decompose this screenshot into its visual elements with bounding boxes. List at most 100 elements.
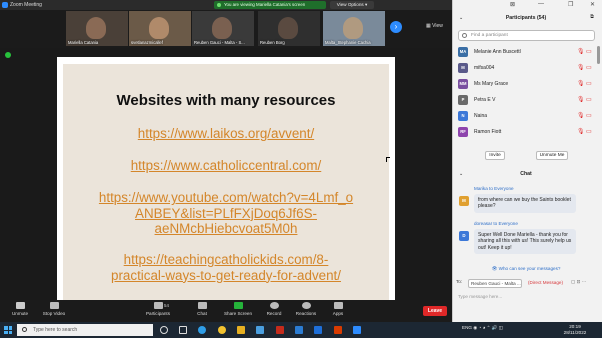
recipient-select[interactable]: Reuben Gauci - Malta ... bbox=[468, 279, 522, 288]
participant-name: Melanie Ann Buscettl bbox=[474, 49, 521, 55]
participant-name: Mariella Catania bbox=[68, 40, 99, 45]
viewing-banner: You are viewing Mariella Catania's scree… bbox=[214, 1, 326, 9]
who-can-see-label: Who can see your messages? bbox=[498, 266, 561, 271]
chat-sender[interactable]: doreasar to Everyone bbox=[474, 221, 518, 226]
clock[interactable]: 20:19 28/11/2022 bbox=[557, 324, 593, 336]
link-line: https://www.laikos.org/avvent/ bbox=[137, 126, 315, 141]
word-icon[interactable] bbox=[295, 326, 303, 334]
stop-video-button[interactable]: Stop Video bbox=[34, 302, 74, 320]
avatar bbox=[212, 17, 232, 39]
file-icon[interactable]: ▢ bbox=[571, 279, 575, 284]
video-tile[interactable]: Malta_Stephanie Cachia bbox=[323, 11, 385, 46]
link-line: https://www.catholiccentral.com/ bbox=[130, 158, 322, 173]
store-icon[interactable] bbox=[256, 326, 264, 334]
language-indicator[interactable]: ENG bbox=[462, 325, 472, 330]
participant-row[interactable]: MA Melanie Ann Buscettl 🎙 ▭ bbox=[458, 46, 596, 58]
edge-icon[interactable] bbox=[198, 326, 206, 334]
participant-row[interactable]: RF Ramon Fiott 🎙 ▭ bbox=[458, 126, 596, 138]
participant-row[interactable]: M mifsa004 🎙 ▭ bbox=[458, 62, 596, 74]
participants-scrollbar[interactable] bbox=[597, 46, 600, 64]
link-catholiccentral[interactable]: https://www.catholiccentral.com/ bbox=[63, 158, 389, 174]
maximize-icon[interactable]: ❐ bbox=[568, 1, 573, 8]
participant-row[interactable]: P Petra E V 🎙 ▭ bbox=[458, 94, 596, 106]
stop-video-label: Stop Video bbox=[42, 311, 66, 316]
search-icon bbox=[462, 33, 467, 38]
powerpoint-icon[interactable] bbox=[276, 326, 284, 334]
invite-button[interactable]: Invite bbox=[485, 151, 505, 160]
zoom-logo-icon bbox=[2, 2, 8, 8]
participant-row[interactable]: MM Ms Mary Grace 🎙 ▭ bbox=[458, 78, 596, 90]
microphone-muted-icon: 🎙 bbox=[577, 81, 585, 87]
microphone-muted-icon: 🎙 bbox=[577, 97, 585, 103]
link-youtube[interactable]: https://www.youtube.com/watch?v=4Lmf_o A… bbox=[63, 190, 389, 237]
chat-message: Super Well Done Mariella - thank you for… bbox=[474, 229, 576, 255]
video-tile[interactable]: Reuben Gauci - Malta - S... bbox=[192, 11, 254, 46]
zoom-taskbar-icon[interactable] bbox=[353, 326, 361, 334]
video-off-icon: ▭ bbox=[586, 113, 592, 119]
participant-name: mifsa004 bbox=[474, 65, 495, 71]
avatar bbox=[86, 17, 106, 39]
search-icon bbox=[22, 327, 27, 332]
unmute-label: Unmute bbox=[11, 311, 29, 316]
participant-name: svetlanazmicallef bbox=[131, 40, 163, 45]
microphone-muted-icon: 🎙 bbox=[577, 49, 585, 55]
taskbar-search-input[interactable]: Type here to search bbox=[17, 324, 153, 336]
office-icon[interactable] bbox=[334, 326, 342, 334]
screenshot-icon[interactable]: ⊡ bbox=[577, 279, 581, 284]
chrome-icon[interactable] bbox=[218, 326, 226, 334]
slide-body: Websites with many resources https://www… bbox=[63, 64, 389, 300]
video-off-icon: ▭ bbox=[586, 129, 592, 135]
share-screen-button[interactable]: Share Screen bbox=[218, 302, 258, 320]
window-option-icon[interactable]: ⊠ bbox=[510, 1, 515, 8]
view-button[interactable]: ▦ View bbox=[426, 23, 443, 29]
participant-row[interactable]: N Naina 🎙 ▭ bbox=[458, 110, 596, 122]
window-controls: ⊠ — ❐ ✕ bbox=[510, 1, 600, 9]
avatar bbox=[343, 17, 363, 39]
chat-button[interactable]: Chat bbox=[182, 302, 222, 320]
viewing-banner-text: You are viewing Mariella Catania's scree… bbox=[224, 2, 306, 7]
video-tile[interactable]: Mariella Catania bbox=[66, 11, 128, 46]
participants-header: ⌄ Participants (54) ⧉ bbox=[456, 14, 596, 24]
windows-start-icon[interactable] bbox=[4, 326, 12, 334]
share-screen-label: Share Screen bbox=[223, 311, 253, 316]
who-can-see-link[interactable]: 👁 Who can see your messages? bbox=[456, 266, 596, 272]
next-page-button[interactable]: › bbox=[390, 21, 402, 33]
chat-message-input[interactable]: Type message here... bbox=[456, 291, 596, 303]
minimize-icon[interactable]: — bbox=[538, 1, 544, 7]
avatar bbox=[149, 17, 169, 39]
video-tile[interactable]: Reuben Borg bbox=[258, 11, 320, 46]
participant-name: Ramon Fiott bbox=[474, 129, 502, 135]
leave-button[interactable]: Leave bbox=[423, 306, 447, 316]
chat-bubble-icon bbox=[197, 302, 207, 309]
link-laikos[interactable]: https://www.laikos.org/avvent/ bbox=[63, 126, 389, 142]
security-shield-icon[interactable] bbox=[5, 52, 11, 58]
participants-title: Participants (54) bbox=[505, 15, 547, 21]
avatar: N bbox=[458, 111, 468, 121]
unmute-me-button[interactable]: Unmute Me bbox=[536, 151, 568, 160]
more-icon[interactable]: ⋯ bbox=[582, 279, 587, 284]
link-teachingcatholickids[interactable]: https://teachingcatholickids.com/8- prac… bbox=[63, 252, 389, 283]
participants-icon bbox=[153, 302, 163, 309]
task-view-icon[interactable] bbox=[179, 326, 187, 334]
view-options-button[interactable]: View Options ▾ bbox=[330, 1, 374, 9]
link-line: practical-ways-to-get-ready-for-advent/ bbox=[111, 267, 341, 283]
popout-icon[interactable]: ⧉ bbox=[590, 14, 594, 21]
participant-search-input[interactable]: Find a participant bbox=[458, 30, 595, 41]
apps-button[interactable]: Apps bbox=[318, 302, 358, 320]
direct-message-label: (Direct Message) bbox=[528, 280, 563, 285]
cortana-icon[interactable] bbox=[160, 326, 168, 334]
file-explorer-icon[interactable] bbox=[237, 326, 245, 334]
apps-icon bbox=[333, 302, 343, 309]
chat-sender[interactable]: Marika to Everyone bbox=[474, 186, 514, 191]
participants-button[interactable]: 54 Participants bbox=[138, 302, 178, 320]
tray-icons[interactable]: ◉ ◔ ◕ ⌃ 🔊 ◫ bbox=[473, 325, 503, 330]
taskbar-search-placeholder: Type here to search bbox=[33, 327, 78, 333]
chat-label: Chat bbox=[197, 311, 207, 316]
microphone-muted-icon bbox=[15, 302, 25, 309]
video-tile[interactable]: svetlanazmicallef bbox=[129, 11, 191, 46]
avatar: M bbox=[459, 196, 469, 206]
close-icon[interactable]: ✕ bbox=[590, 1, 595, 8]
chat-tools: ▢ ⊡ ⋯ bbox=[571, 279, 586, 285]
participant-name: Reuben Borg bbox=[260, 40, 285, 45]
outlook-icon[interactable] bbox=[314, 326, 322, 334]
